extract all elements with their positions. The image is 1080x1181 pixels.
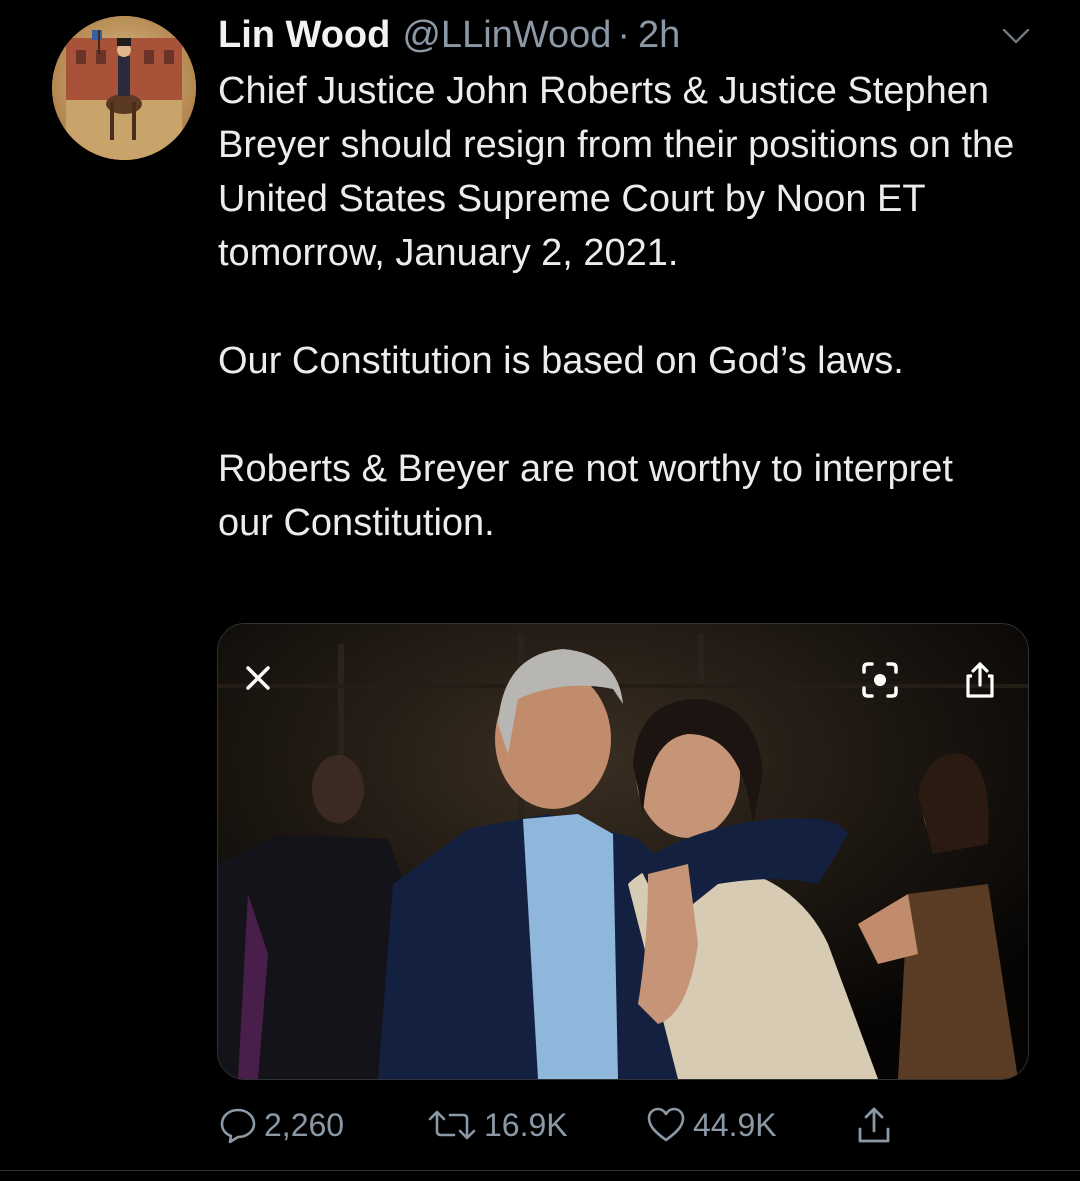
share-upload-icon [858,1107,890,1143]
share-icon [966,662,994,698]
reply-count: 2,260 [264,1106,345,1143]
speech-bubble-icon [220,1108,256,1144]
tweet-header: Lin Wood @LLinWood · 2h [218,12,680,58]
reply-button[interactable]: 2,260 [218,1100,344,1150]
tweet-paragraph: Roberts & Breyer are not worthy to inter… [218,448,953,544]
display-name[interactable]: Lin Wood [218,12,390,58]
retweet-button[interactable]: 16.9K [426,1100,568,1150]
like-button[interactable]: 44.9K [645,1100,777,1150]
retweet-count: 16.9K [484,1106,568,1143]
tweet-paragraph: Chief Justice John Roberts & Justice Ste… [218,70,1015,274]
visual-lookup-button[interactable] [858,658,902,702]
close-icon [246,666,270,690]
chevron-down-icon [1002,28,1030,44]
avatar-image [52,16,196,160]
lens-icon [862,662,898,698]
photo [218,624,1028,1079]
tweet-actions: 2,260 16.9K 44.9K [0,1100,1080,1150]
media-image[interactable] [217,623,1029,1080]
heart-icon [647,1107,685,1142]
tweet-text: Chief Justice John Roberts & Justice Ste… [218,64,1018,550]
media-close-button[interactable] [238,658,278,698]
avatar[interactable] [52,16,196,160]
separator-dot: · [617,14,631,56]
media-share-button[interactable] [958,658,1002,702]
divider [0,1170,1080,1171]
more-options-button[interactable] [998,18,1034,54]
tweet-paragraph: Our Constitution is based on God’s laws. [218,340,904,382]
retweet-arrows-icon [428,1110,476,1140]
handle[interactable]: @LLinWood [402,12,611,58]
tweet[interactable]: Lin Wood @LLinWood · 2h Chief Justice Jo… [0,0,1080,1181]
share-button[interactable] [852,1100,896,1150]
timestamp[interactable]: 2h [638,12,680,58]
like-count: 44.9K [693,1106,777,1143]
